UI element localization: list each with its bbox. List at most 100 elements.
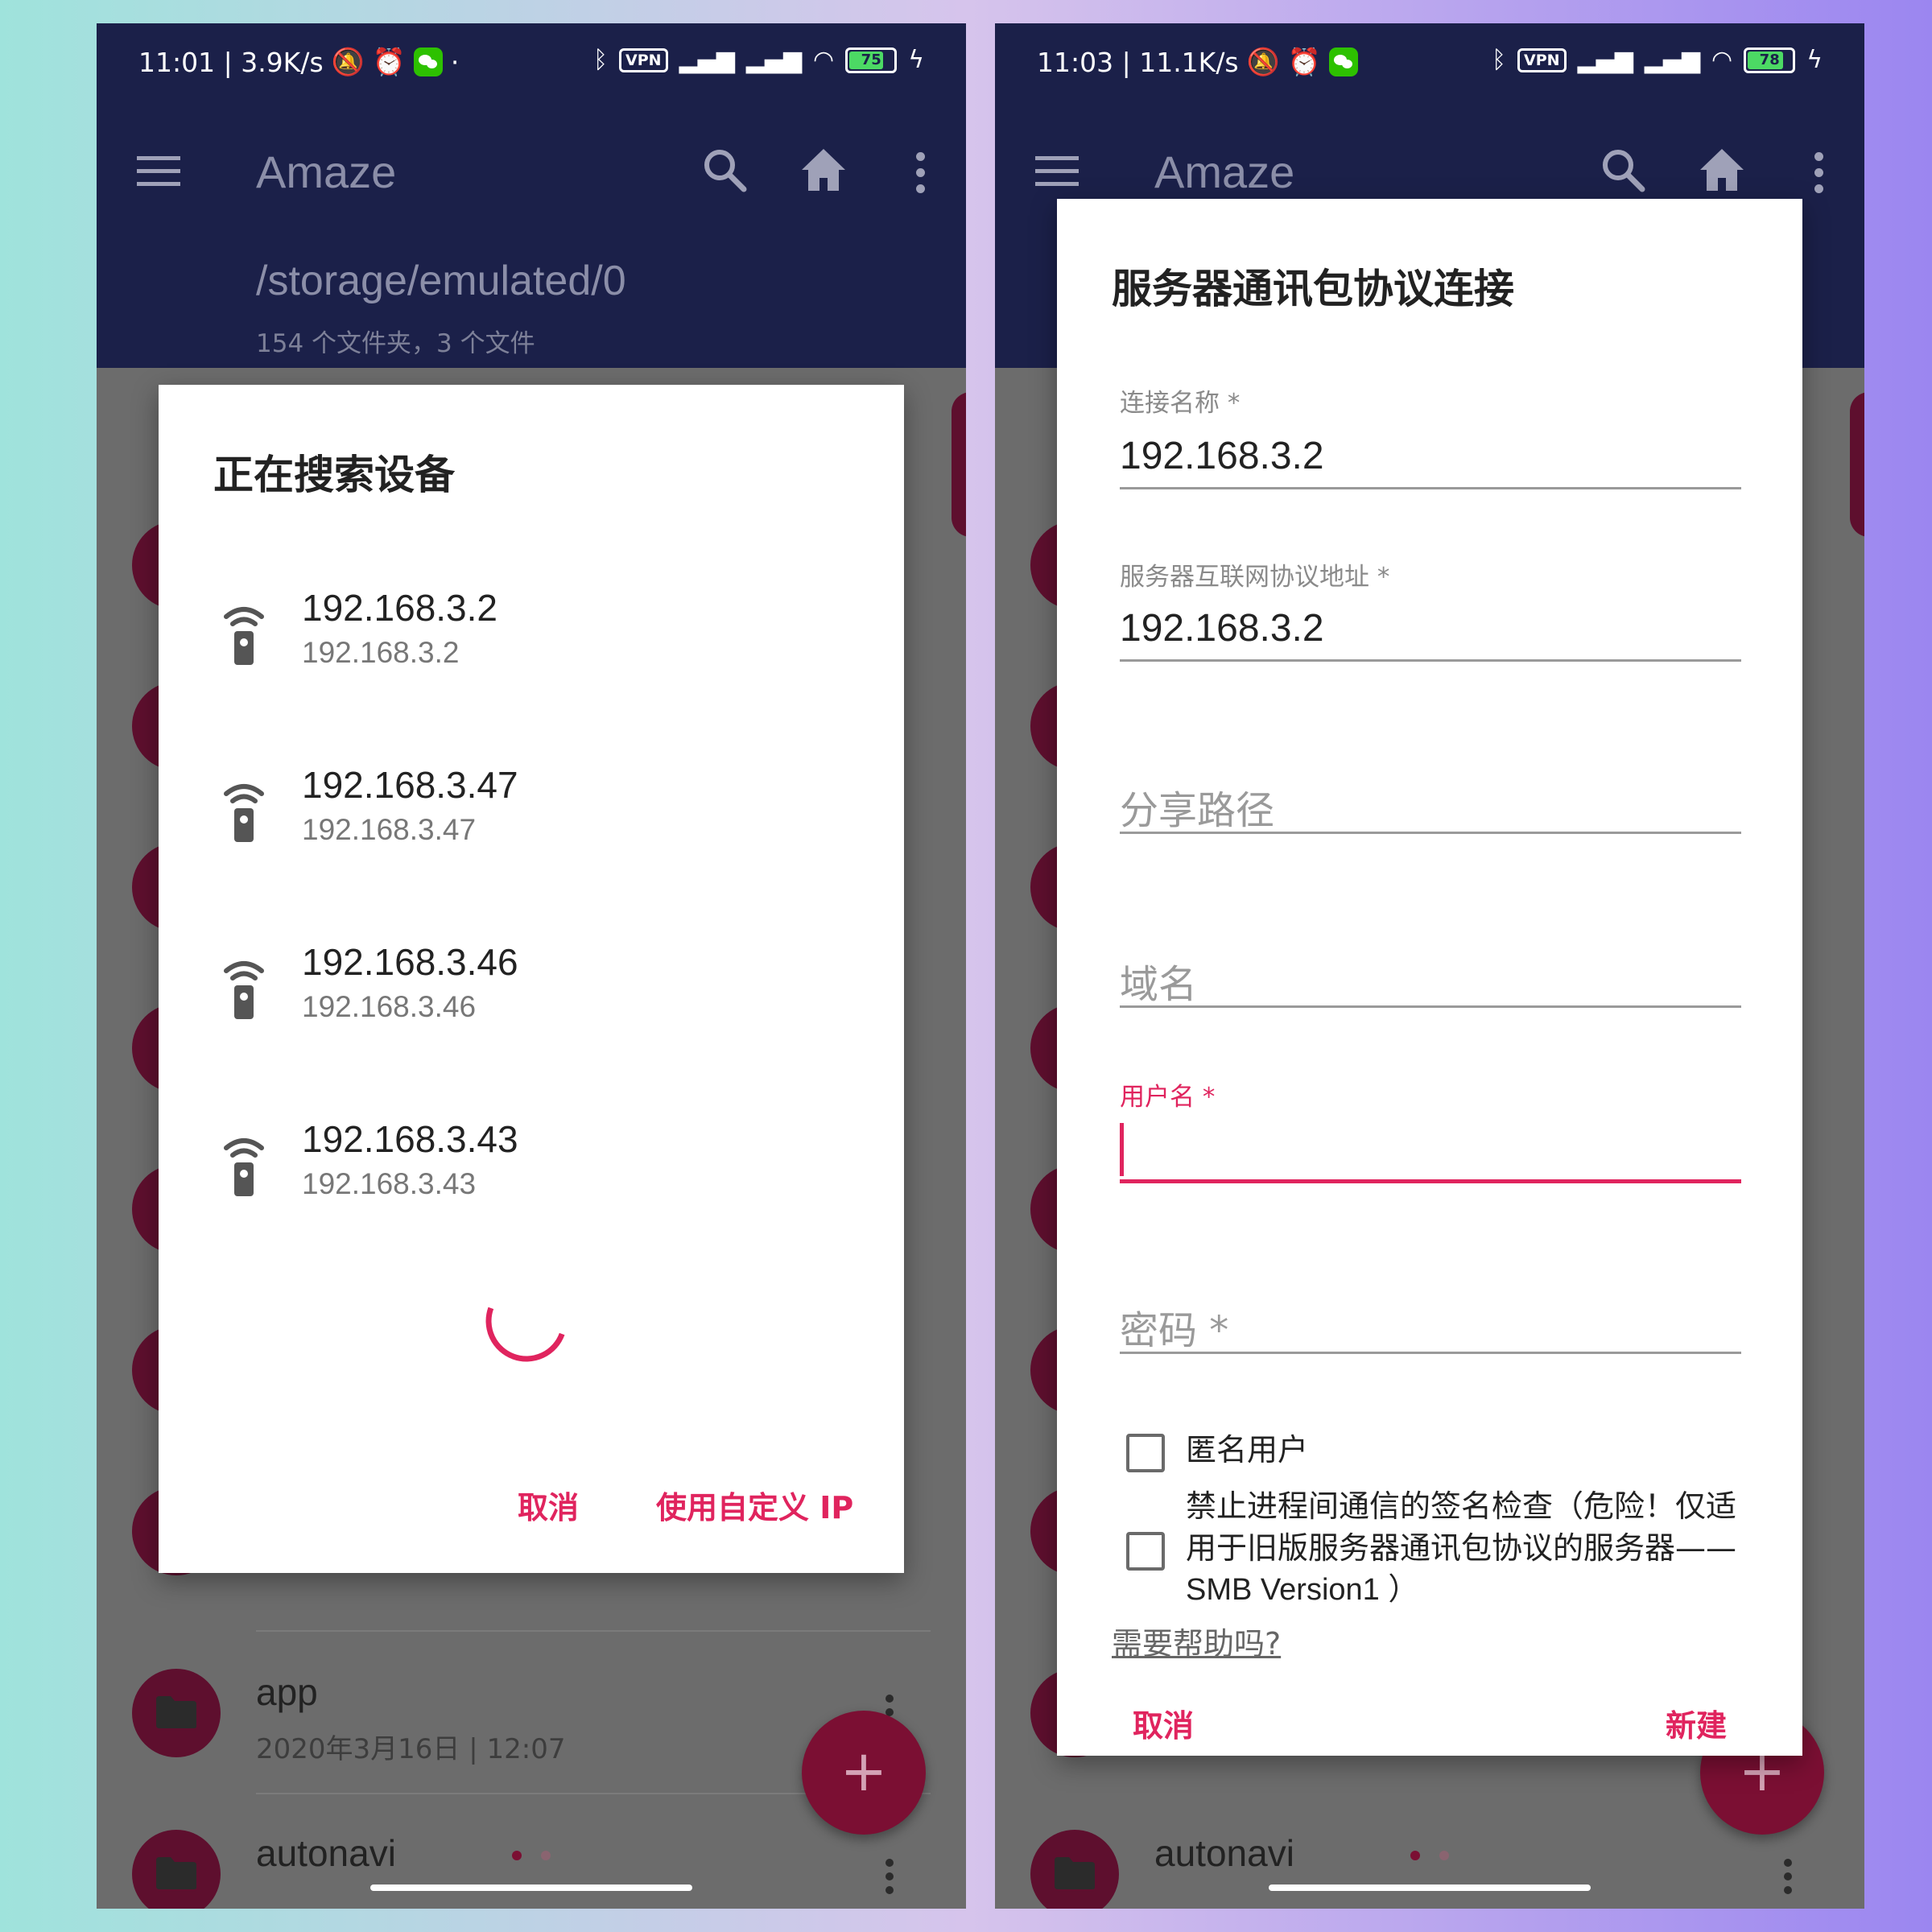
- search-icon[interactable]: [702, 147, 747, 196]
- folder-avatar[interactable]: [132, 1830, 221, 1909]
- device-ip: 192.168.3.2: [302, 636, 460, 669]
- username-label: 用户名 *: [1120, 1083, 1216, 1112]
- folder-name[interactable]: autonavi: [1154, 1831, 1294, 1875]
- alarm-icon: ⏰: [1287, 46, 1321, 77]
- battery-icon: 75: [845, 47, 898, 73]
- device-name: 192.168.3.43: [302, 1118, 518, 1160]
- folder-avatar[interactable]: [1030, 1830, 1119, 1909]
- wifi-device-icon: [224, 607, 264, 665]
- mute-icon: 🔕: [331, 46, 365, 77]
- vpn-icon: VPN: [1517, 47, 1567, 72]
- device-name: 192.168.3.2: [302, 587, 498, 629]
- cancel-button[interactable]: 取消: [1133, 1701, 1194, 1745]
- device-name: 192.168.3.46: [302, 941, 518, 983]
- connection-name-input[interactable]: 192.168.3.2: [1120, 434, 1324, 478]
- password-input[interactable]: 密码 *: [1120, 1298, 1228, 1355]
- dialog-title: 服务器通讯包协议连接: [1112, 266, 1514, 312]
- connection-name-label: 连接名称 *: [1120, 389, 1241, 418]
- device-name: 192.168.3.47: [302, 764, 518, 806]
- folder-name[interactable]: autonavi: [256, 1831, 396, 1875]
- status-time: 11:01 | 3.9K/s: [138, 46, 324, 78]
- status-dot: ·: [450, 46, 460, 78]
- home-icon[interactable]: [1699, 147, 1745, 196]
- search-icon[interactable]: [1600, 147, 1645, 196]
- server-ip-label: 服务器互联网协议地址 *: [1120, 563, 1390, 592]
- wifi-device-icon: [224, 1138, 264, 1196]
- toolbar: Amaze: [97, 120, 966, 225]
- wechat-icon: [1328, 47, 1358, 76]
- app-title: Amaze: [256, 147, 397, 197]
- wifi-icon: ◠: [1711, 46, 1733, 74]
- battery-icon: 78: [1744, 47, 1796, 73]
- text-cursor: [1120, 1123, 1124, 1176]
- share-path-input[interactable]: 分享路径: [1120, 778, 1274, 835]
- device-ip: 192.168.3.46: [302, 990, 477, 1023]
- charging-icon: ϟ: [908, 46, 924, 74]
- folder-name[interactable]: app: [256, 1670, 318, 1714]
- wifi-icon: ◠: [813, 46, 835, 74]
- more-options-icon[interactable]: [916, 152, 926, 200]
- page-indicator: [512, 1851, 551, 1860]
- home-icon[interactable]: [800, 147, 847, 196]
- domain-input[interactable]: 域名: [1120, 952, 1197, 1009]
- menu-icon[interactable]: [1035, 156, 1079, 187]
- help-link[interactable]: 需要帮助吗?: [1112, 1619, 1281, 1663]
- home-indicator[interactable]: [370, 1885, 692, 1891]
- smb-connection-dialog: 服务器通讯包协议连接 连接名称 * 192.168.3.2 服务器互联网协议地址…: [1057, 199, 1802, 1756]
- add-fab-button[interactable]: +: [802, 1711, 926, 1835]
- disable-signing-label-1: 禁止进程间通信的签名检查（危险！仅适: [1186, 1488, 1737, 1524]
- cancel-button[interactable]: 取消: [518, 1483, 579, 1527]
- signal-icon-2: ▂▄▆: [1644, 46, 1701, 74]
- bluetooth-icon: ᛒ: [1492, 46, 1507, 74]
- wifi-device-icon: [224, 961, 264, 1019]
- scrollbar[interactable]: [952, 392, 966, 537]
- device-item[interactable]: 192.168.3.46 192.168.3.46: [213, 932, 857, 1053]
- vpn-icon: VPN: [619, 47, 668, 72]
- device-item[interactable]: 192.168.3.2 192.168.3.2: [213, 578, 857, 699]
- loading-spinner-icon: [485, 1307, 565, 1362]
- anonymous-checkbox[interactable]: [1126, 1434, 1165, 1472]
- disable-signing-label-3: SMB Version1 ）: [1186, 1573, 1419, 1607]
- path-summary: 154 个文件夹，3 个文件: [256, 329, 535, 358]
- folder-meta: 2020年3月16日 | 12:07: [256, 1733, 566, 1765]
- folder-icon: [1055, 1857, 1095, 1889]
- create-button[interactable]: 新建: [1666, 1701, 1727, 1745]
- current-path[interactable]: /storage/emulated/0: [256, 257, 626, 305]
- more-options-icon[interactable]: [1814, 152, 1824, 200]
- wechat-icon: [413, 47, 443, 76]
- device-ip: 192.168.3.47: [302, 813, 477, 846]
- page-indicator: [1410, 1851, 1449, 1860]
- folder-avatar[interactable]: [132, 1669, 221, 1757]
- disable-signing-label-2: 用于旧版服务器通讯包协议的服务器——: [1186, 1530, 1737, 1566]
- mute-icon: 🔕: [1246, 46, 1280, 77]
- status-bar: 11:01 | 3.9K/s 🔕 ⏰ · ᛒ VPN ▂▄▆ ▂▄▆ ◠ 75 …: [97, 23, 966, 96]
- app-title: Amaze: [1154, 147, 1295, 197]
- status-time: 11:03 | 11.1K/s: [1037, 46, 1239, 78]
- charging-icon: ϟ: [1806, 46, 1823, 74]
- signal-icon: ▂▄▆: [679, 46, 735, 74]
- use-custom-ip-button[interactable]: 使用自定义 IP: [656, 1483, 853, 1527]
- item-more-icon[interactable]: [886, 1859, 894, 1900]
- status-bar: 11:03 | 11.1K/s 🔕 ⏰ ᛒ VPN ▂▄▆ ▂▄▆ ◠ 78 ϟ: [995, 23, 1864, 96]
- bluetooth-icon: ᛒ: [593, 46, 609, 74]
- device-item[interactable]: 192.168.3.47 192.168.3.47: [213, 755, 857, 876]
- scrollbar[interactable]: [1850, 392, 1864, 537]
- folder-icon: [156, 1857, 196, 1889]
- folder-icon: [156, 1696, 196, 1728]
- menu-icon[interactable]: [137, 156, 180, 187]
- signal-icon-2: ▂▄▆: [745, 46, 803, 74]
- app-bar: 11:01 | 3.9K/s 🔕 ⏰ · ᛒ VPN ▂▄▆ ▂▄▆ ◠ 75 …: [97, 23, 966, 368]
- dialog-title: 正在搜索设备: [213, 452, 455, 498]
- device-ip: 192.168.3.43: [302, 1167, 477, 1200]
- server-ip-input[interactable]: 192.168.3.2: [1120, 606, 1324, 650]
- signal-icon: ▂▄▆: [1577, 46, 1633, 74]
- alarm-icon: ⏰: [372, 46, 406, 77]
- anonymous-label: 匿名用户: [1186, 1432, 1309, 1468]
- disable-signing-checkbox[interactable]: [1126, 1532, 1165, 1571]
- left-screen: 11:01 | 3.9K/s 🔕 ⏰ · ᛒ VPN ▂▄▆ ▂▄▆ ◠ 75 …: [97, 23, 966, 1909]
- right-screen: 11:03 | 11.1K/s 🔕 ⏰ ᛒ VPN ▂▄▆ ▂▄▆ ◠ 78 ϟ…: [995, 23, 1864, 1909]
- device-search-dialog: 正在搜索设备 192.168.3.2 192.168.3.2 192.168.3…: [159, 385, 904, 1573]
- home-indicator[interactable]: [1269, 1885, 1591, 1891]
- device-item[interactable]: 192.168.3.43 192.168.3.43: [213, 1109, 857, 1230]
- item-more-icon[interactable]: [1784, 1859, 1792, 1900]
